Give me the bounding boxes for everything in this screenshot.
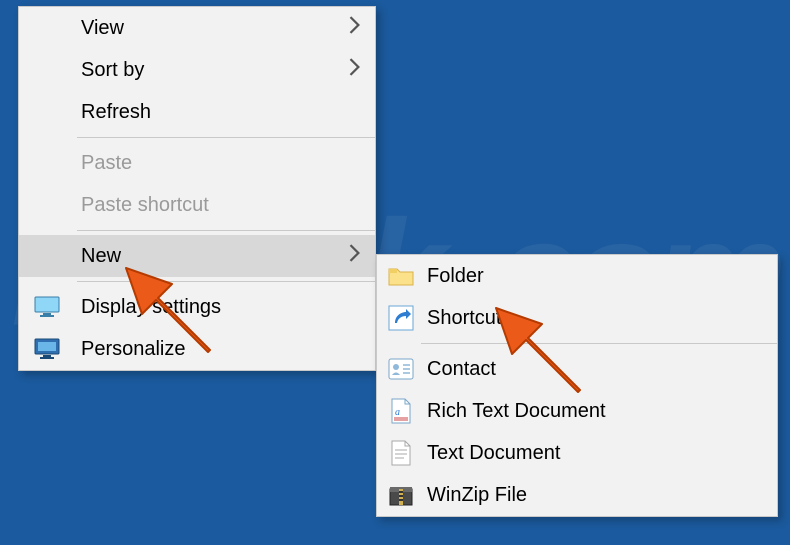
menu-item-view[interactable]: View (19, 7, 375, 49)
menu-item-label: Personalize (81, 338, 186, 361)
submenu-item-folder[interactable]: Folder (377, 255, 777, 297)
shortcut-icon (387, 304, 415, 332)
submenu-item-txt[interactable]: Text Document (377, 432, 777, 474)
submenu-item-label: Folder (427, 265, 484, 288)
menu-item-label: Sort by (81, 59, 144, 82)
new-submenu: Folder Shortcut Contact (376, 254, 778, 517)
menu-separator (421, 343, 777, 344)
menu-item-new[interactable]: New (19, 235, 375, 277)
rtf-document-icon: a (387, 397, 415, 425)
winzip-file-icon (387, 481, 415, 509)
menu-separator (77, 137, 375, 138)
folder-icon (387, 262, 415, 290)
submenu-item-label: Shortcut (427, 307, 501, 330)
svg-text:a: a (395, 407, 400, 418)
submenu-item-label: WinZip File (427, 484, 527, 507)
chevron-right-icon (349, 58, 361, 82)
menu-item-personalize[interactable]: Personalize (19, 328, 375, 370)
menu-item-paste-shortcut: Paste shortcut (19, 184, 375, 226)
submenu-item-label: Text Document (427, 442, 560, 465)
menu-item-label: Refresh (81, 101, 151, 124)
menu-item-label: Paste (81, 152, 132, 175)
menu-item-label: Display settings (81, 296, 221, 319)
submenu-item-rtf[interactable]: a Rich Text Document (377, 390, 777, 432)
menu-separator (77, 230, 375, 231)
menu-item-paste: Paste (19, 142, 375, 184)
submenu-item-shortcut[interactable]: Shortcut (377, 297, 777, 339)
menu-item-label: View (81, 17, 124, 40)
display-settings-icon (33, 293, 61, 321)
text-document-icon (387, 439, 415, 467)
contact-icon (387, 355, 415, 383)
menu-item-refresh[interactable]: Refresh (19, 91, 375, 133)
menu-item-label: Paste shortcut (81, 194, 209, 217)
chevron-right-icon (349, 16, 361, 40)
menu-item-display-settings[interactable]: Display settings (19, 286, 375, 328)
submenu-item-contact[interactable]: Contact (377, 348, 777, 390)
desktop-context-menu: View Sort by Refresh Paste Paste shortcu… (18, 6, 376, 371)
menu-separator (77, 281, 375, 282)
submenu-item-winzip[interactable]: WinZip File (377, 474, 777, 516)
submenu-item-label: Rich Text Document (427, 400, 606, 423)
submenu-item-label: Contact (427, 358, 496, 381)
personalize-icon (33, 335, 61, 363)
menu-item-sort-by[interactable]: Sort by (19, 49, 375, 91)
menu-item-label: New (81, 245, 121, 268)
chevron-right-icon (349, 244, 361, 268)
